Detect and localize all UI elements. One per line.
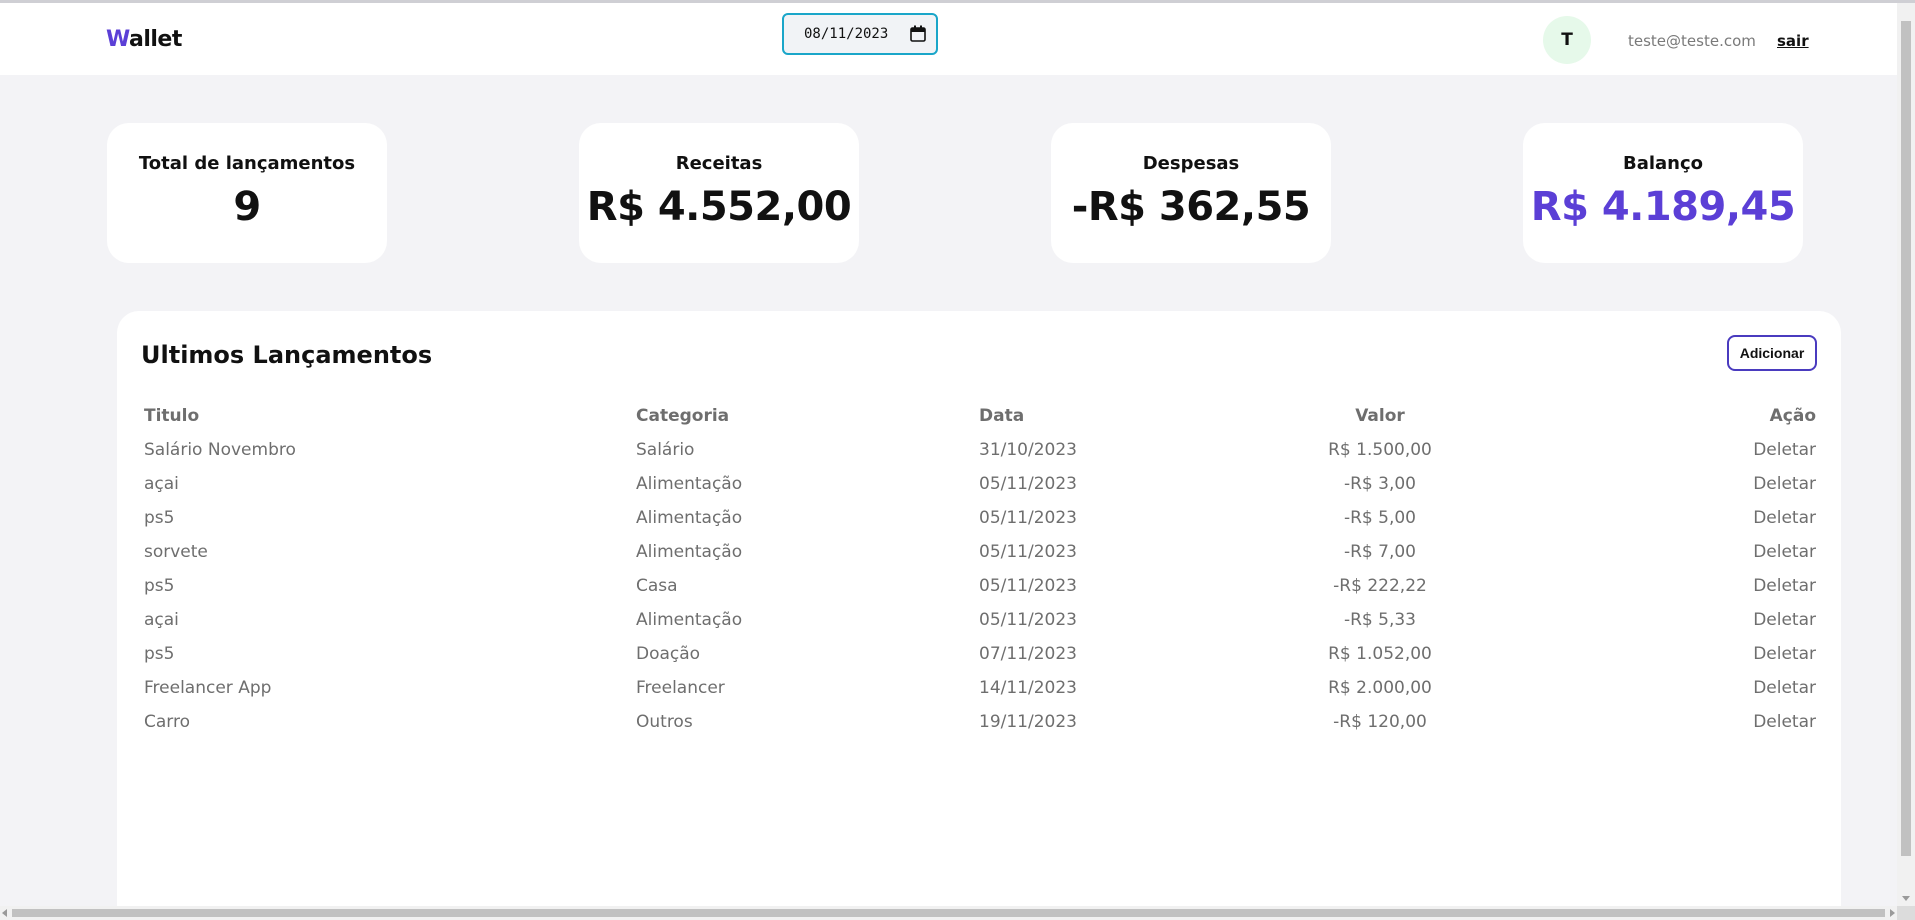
column-header-category: Categoria <box>636 406 730 426</box>
vertical-scroll-thumb[interactable] <box>1901 21 1911 856</box>
row-title: Freelancer App <box>144 678 272 698</box>
expenses-value: -R$ 362,55 <box>1071 184 1311 230</box>
table-header: Titulo Categoria Data Valor Ação <box>144 399 1816 433</box>
row-value: R$ 2.000,00 <box>1328 678 1432 698</box>
row-category: Salário <box>636 440 695 460</box>
table-row: ps5 Casa 05/11/2023 -R$ 222,22 Deletar <box>144 569 1816 603</box>
row-value: -R$ 5,33 <box>1343 610 1417 630</box>
row-title: sorvete <box>144 542 208 562</box>
income-card: Receitas R$ 4.552,00 <box>579 123 859 263</box>
column-header-action: Ação <box>1769 406 1816 426</box>
delete-button[interactable]: Deletar <box>1753 501 1816 535</box>
vertical-scrollbar[interactable] <box>1897 3 1915 906</box>
row-date: 05/11/2023 <box>979 542 1077 562</box>
row-date: 14/11/2023 <box>979 678 1077 698</box>
row-value: -R$ 5,00 <box>1343 508 1417 528</box>
delete-button[interactable]: Deletar <box>1753 569 1816 603</box>
table-row: açai Alimentação 05/11/2023 -R$ 5,33 Del… <box>144 603 1816 637</box>
row-title: açai <box>144 610 179 630</box>
expenses-card: Despesas -R$ 362,55 <box>1051 123 1331 263</box>
month-date-input[interactable]: 08/11/2023 <box>782 13 938 55</box>
row-title: Carro <box>144 712 190 732</box>
row-category: Casa <box>636 576 678 596</box>
horizontal-scrollbar[interactable] <box>0 906 1897 920</box>
row-title: Salário Novembro <box>144 440 296 460</box>
scroll-right-icon[interactable] <box>1890 909 1895 917</box>
column-header-value: Valor <box>1355 406 1405 426</box>
row-value: -R$ 120,00 <box>1333 712 1427 732</box>
income-value: R$ 4.552,00 <box>586 184 852 230</box>
total-entries-value: 9 <box>233 184 261 230</box>
income-label: Receitas <box>675 153 763 174</box>
row-date: 05/11/2023 <box>979 610 1077 630</box>
column-header-title: Titulo <box>144 406 200 426</box>
row-title: ps5 <box>144 644 175 664</box>
top-header: Wallet 08/11/2023 T teste@teste.com sair <box>0 3 1897 75</box>
row-category: Doação <box>636 644 701 664</box>
logo-letter-w: W <box>106 27 129 52</box>
logo-text: allet <box>128 27 182 52</box>
row-category: Alimentação <box>636 542 743 562</box>
scrollbar-corner <box>1897 906 1915 920</box>
row-value: -R$ 222,22 <box>1333 576 1427 596</box>
total-entries-card: Total de lançamentos 9 <box>107 123 387 263</box>
wallet-logo[interactable]: Wallet <box>106 27 182 52</box>
scroll-down-icon[interactable] <box>1902 896 1910 901</box>
horizontal-scroll-thumb[interactable] <box>12 909 1885 917</box>
transactions-panel: Ultimos Lançamentos Adicionar Titulo Cat… <box>117 311 1841 920</box>
expenses-label: Despesas <box>1142 153 1240 174</box>
row-date: 07/11/2023 <box>979 644 1077 664</box>
row-title: ps5 <box>144 508 175 528</box>
table-row: Freelancer App Freelancer 14/11/2023 R$ … <box>144 671 1816 705</box>
column-header-date: Data <box>979 406 1025 426</box>
delete-button[interactable]: Deletar <box>1753 637 1816 671</box>
row-value: R$ 1.052,00 <box>1328 644 1432 664</box>
table-row: ps5 Alimentação 05/11/2023 -R$ 5,00 Dele… <box>144 501 1816 535</box>
table-row: Carro Outros 19/11/2023 -R$ 120,00 Delet… <box>144 705 1816 739</box>
transactions-title: Ultimos Lançamentos <box>141 341 433 369</box>
total-entries-label: Total de lançamentos <box>138 153 356 174</box>
row-value: R$ 1.500,00 <box>1328 440 1432 460</box>
avatar[interactable]: T <box>1543 16 1591 64</box>
balance-value: R$ 4.189,45 <box>1530 184 1796 230</box>
delete-button[interactable]: Deletar <box>1753 535 1816 569</box>
table-row: ps5 Doação 07/11/2023 R$ 1.052,00 Deleta… <box>144 637 1816 671</box>
row-date: 05/11/2023 <box>979 508 1077 528</box>
calendar-icon[interactable] <box>910 25 926 42</box>
row-title: ps5 <box>144 576 175 596</box>
row-value: -R$ 3,00 <box>1343 474 1417 494</box>
delete-button[interactable]: Deletar <box>1753 433 1816 467</box>
delete-button[interactable]: Deletar <box>1753 467 1816 501</box>
row-category: Outros <box>636 712 693 732</box>
table-row: açai Alimentação 05/11/2023 -R$ 3,00 Del… <box>144 467 1816 501</box>
logout-link[interactable]: sair <box>1777 32 1809 50</box>
row-date: 31/10/2023 <box>979 440 1077 460</box>
row-date: 19/11/2023 <box>979 712 1077 732</box>
balance-label: Balanço <box>1622 153 1704 174</box>
add-transaction-button[interactable]: Adicionar <box>1727 335 1817 371</box>
row-category: Freelancer <box>636 678 725 698</box>
row-date: 05/11/2023 <box>979 474 1077 494</box>
row-category: Alimentação <box>636 508 743 528</box>
delete-button[interactable]: Deletar <box>1753 603 1816 637</box>
row-category: Alimentação <box>636 610 743 630</box>
table-row: sorvete Alimentação 05/11/2023 -R$ 7,00 … <box>144 535 1816 569</box>
date-input-value: 08/11/2023 <box>804 26 889 42</box>
row-category: Alimentação <box>636 474 743 494</box>
row-value: -R$ 7,00 <box>1343 542 1417 562</box>
delete-button[interactable]: Deletar <box>1753 705 1816 739</box>
table-row: Salário Novembro Salário 31/10/2023 R$ 1… <box>144 433 1816 467</box>
row-title: açai <box>144 474 179 494</box>
user-email: teste@teste.com <box>1628 32 1756 50</box>
scroll-left-icon[interactable] <box>2 909 7 917</box>
delete-button[interactable]: Deletar <box>1753 671 1816 705</box>
avatar-initial: T <box>1561 30 1573 50</box>
row-date: 05/11/2023 <box>979 576 1077 596</box>
balance-card: Balanço R$ 4.189,45 <box>1523 123 1803 263</box>
